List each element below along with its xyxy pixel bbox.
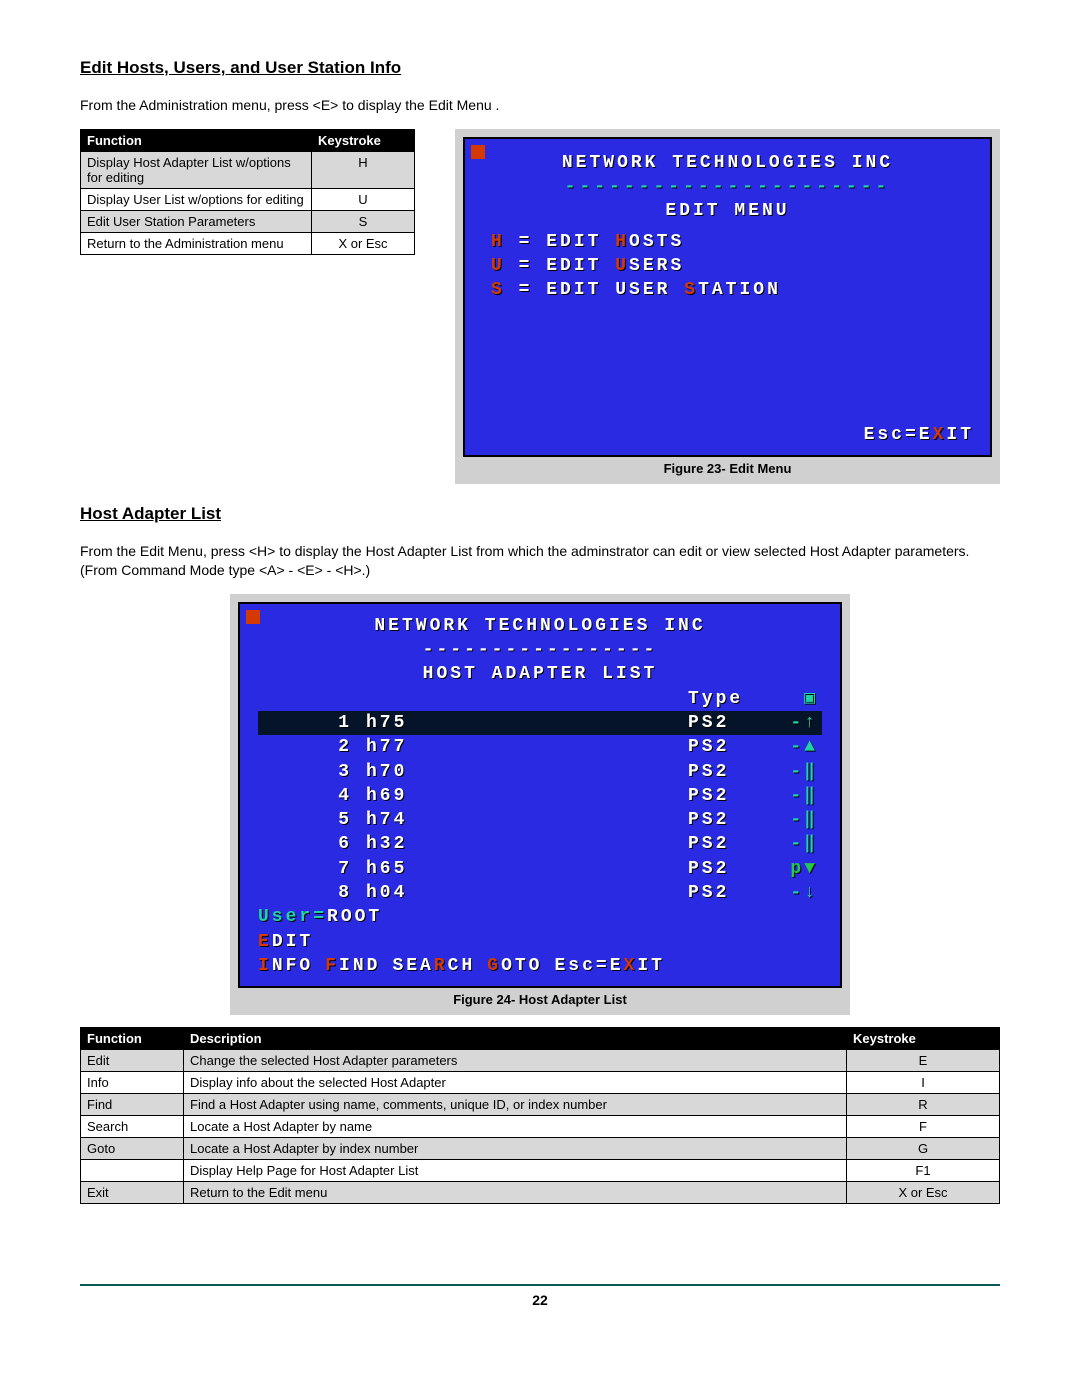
table-row: Edit Change the selected Host Adapter pa… [81, 1050, 1000, 1072]
cell-function: Edit [81, 1050, 184, 1072]
th-function: Function [81, 129, 312, 151]
cell-function: Return to the Administration menu [81, 232, 312, 254]
cell-function: Goto [81, 1138, 184, 1160]
cell-description: Display info about the selected Host Ada… [184, 1072, 847, 1094]
document-page: Edit Hosts, Users, and User Station Info… [0, 0, 1080, 1338]
menu-line: S = EDIT USER STATION [491, 278, 974, 302]
table-row: Edit User Station Parameters S [81, 210, 415, 232]
cell-keystroke: S [312, 210, 415, 232]
cell-description: Change the selected Host Adapter paramet… [184, 1050, 847, 1072]
cell-description: Return to the Edit menu [184, 1182, 847, 1204]
table-row: Find Find a Host Adapter using name, com… [81, 1094, 1000, 1116]
command: INFO [258, 954, 313, 978]
separator-line: ----------------- [258, 638, 822, 662]
host-row: 6h32PS2-‖ [258, 832, 822, 856]
cursor-marker-icon [471, 145, 485, 159]
screen-title: NETWORK TECHNOLOGIES INC [481, 151, 974, 175]
host-row: 1h75PS2-↑ [258, 711, 822, 735]
cell-keystroke: R [847, 1094, 1000, 1116]
cell-keystroke: H [312, 151, 415, 188]
cell-keystroke: F [847, 1116, 1000, 1138]
intro-edit-hosts: From the Administration menu, press <E> … [80, 96, 1000, 115]
separator-line: ---------------------- [481, 175, 974, 199]
host-row: 5h74PS2-‖ [258, 808, 822, 832]
th-function: Function [81, 1028, 184, 1050]
table-row: Display Help Page for Host Adapter List … [81, 1160, 1000, 1182]
cell-keystroke: E [847, 1050, 1000, 1072]
command: EDIT [258, 930, 313, 954]
cell-description: Locate a Host Adapter by name [184, 1116, 847, 1138]
cell-keystroke: G [847, 1138, 1000, 1160]
host-row: 3h70PS2-‖ [258, 760, 822, 784]
user-line: User=ROOT [258, 905, 822, 929]
table-host-adapter-keystrokes: Function Description Keystroke Edit Chan… [80, 1027, 1000, 1204]
table-row: Display Host Adapter List w/options for … [81, 151, 415, 188]
cell-keystroke: U [312, 188, 415, 210]
cell-keystroke: X or Esc [847, 1182, 1000, 1204]
th-keystroke: Keystroke [847, 1028, 1000, 1050]
cell-function: Find [81, 1094, 184, 1116]
heading-host-adapter-list: Host Adapter List [80, 504, 1000, 524]
table-row: Exit Return to the Edit menu X or Esc [81, 1182, 1000, 1204]
column-type-header: Type ▣ [258, 687, 822, 711]
th-description: Description [184, 1028, 847, 1050]
menu-line: U = EDIT USERS [491, 254, 974, 278]
cell-function: Info [81, 1072, 184, 1094]
figure-24-wrap: NETWORK TECHNOLOGIES INC ---------------… [230, 594, 850, 1015]
host-row: 4h69PS2-‖ [258, 784, 822, 808]
host-row: 7h65PS2p▼ [258, 857, 822, 881]
table-edit-menu-keystrokes: Function Keystroke Display Host Adapter … [80, 129, 415, 255]
cell-function: Search [81, 1116, 184, 1138]
screen-subtitle: EDIT MENU [481, 199, 974, 223]
th-keystroke: Keystroke [312, 129, 415, 151]
figure-24-caption: Figure 24- Host Adapter List [238, 992, 842, 1007]
cell-description: Locate a Host Adapter by index number [184, 1138, 847, 1160]
figure-23-caption: Figure 23- Edit Menu [463, 461, 992, 476]
cell-function: Display Host Adapter List w/options for … [81, 151, 312, 188]
command-line-2: INFO FIND SEARCH GOTO Esc=EXIT [258, 954, 822, 978]
heading-edit-hosts: Edit Hosts, Users, and User Station Info [80, 58, 1000, 78]
cell-keystroke: X or Esc [312, 232, 415, 254]
cell-function: Display User List w/options for editing [81, 188, 312, 210]
cursor-marker-icon [246, 610, 260, 624]
command-line-1: EDIT [258, 930, 822, 954]
table-row: Search Locate a Host Adapter by name F [81, 1116, 1000, 1138]
edit-menu-screen: NETWORK TECHNOLOGIES INC ---------------… [463, 137, 992, 457]
table-row: Goto Locate a Host Adapter by index numb… [81, 1138, 1000, 1160]
table-row: Info Display info about the selected Hos… [81, 1072, 1000, 1094]
screen-subtitle: HOST ADAPTER LIST [258, 662, 822, 686]
cell-keystroke: F1 [847, 1160, 1000, 1182]
cell-function: Exit [81, 1182, 184, 1204]
cell-function [81, 1160, 184, 1182]
menu-line: H = EDIT HOSTS [491, 230, 974, 254]
screen-footer: Esc=EXIT [481, 423, 974, 447]
command: FIND [325, 954, 380, 978]
host-row: 2h77PS2-▲ [258, 735, 822, 759]
intro-host-adapter-list: From the Edit Menu, press <H> to display… [80, 542, 1000, 580]
table-row: Return to the Administration menu X or E… [81, 232, 415, 254]
screen-title: NETWORK TECHNOLOGIES INC [258, 614, 822, 638]
command: Esc=EXIT [554, 954, 664, 978]
figure-23-wrap: NETWORK TECHNOLOGIES INC ---------------… [455, 129, 1000, 484]
cell-function: Edit User Station Parameters [81, 210, 312, 232]
table-row: Display User List w/options for editing … [81, 188, 415, 210]
host-row: 8h04PS2-↓ [258, 881, 822, 905]
cell-description: Find a Host Adapter using name, comments… [184, 1094, 847, 1116]
command: GOTO [487, 954, 542, 978]
cell-description: Display Help Page for Host Adapter List [184, 1160, 847, 1182]
host-adapter-screen: NETWORK TECHNOLOGIES INC ---------------… [238, 602, 842, 988]
page-number: 22 [80, 1284, 1000, 1308]
cell-keystroke: I [847, 1072, 1000, 1094]
command: SEARCH [392, 954, 475, 978]
